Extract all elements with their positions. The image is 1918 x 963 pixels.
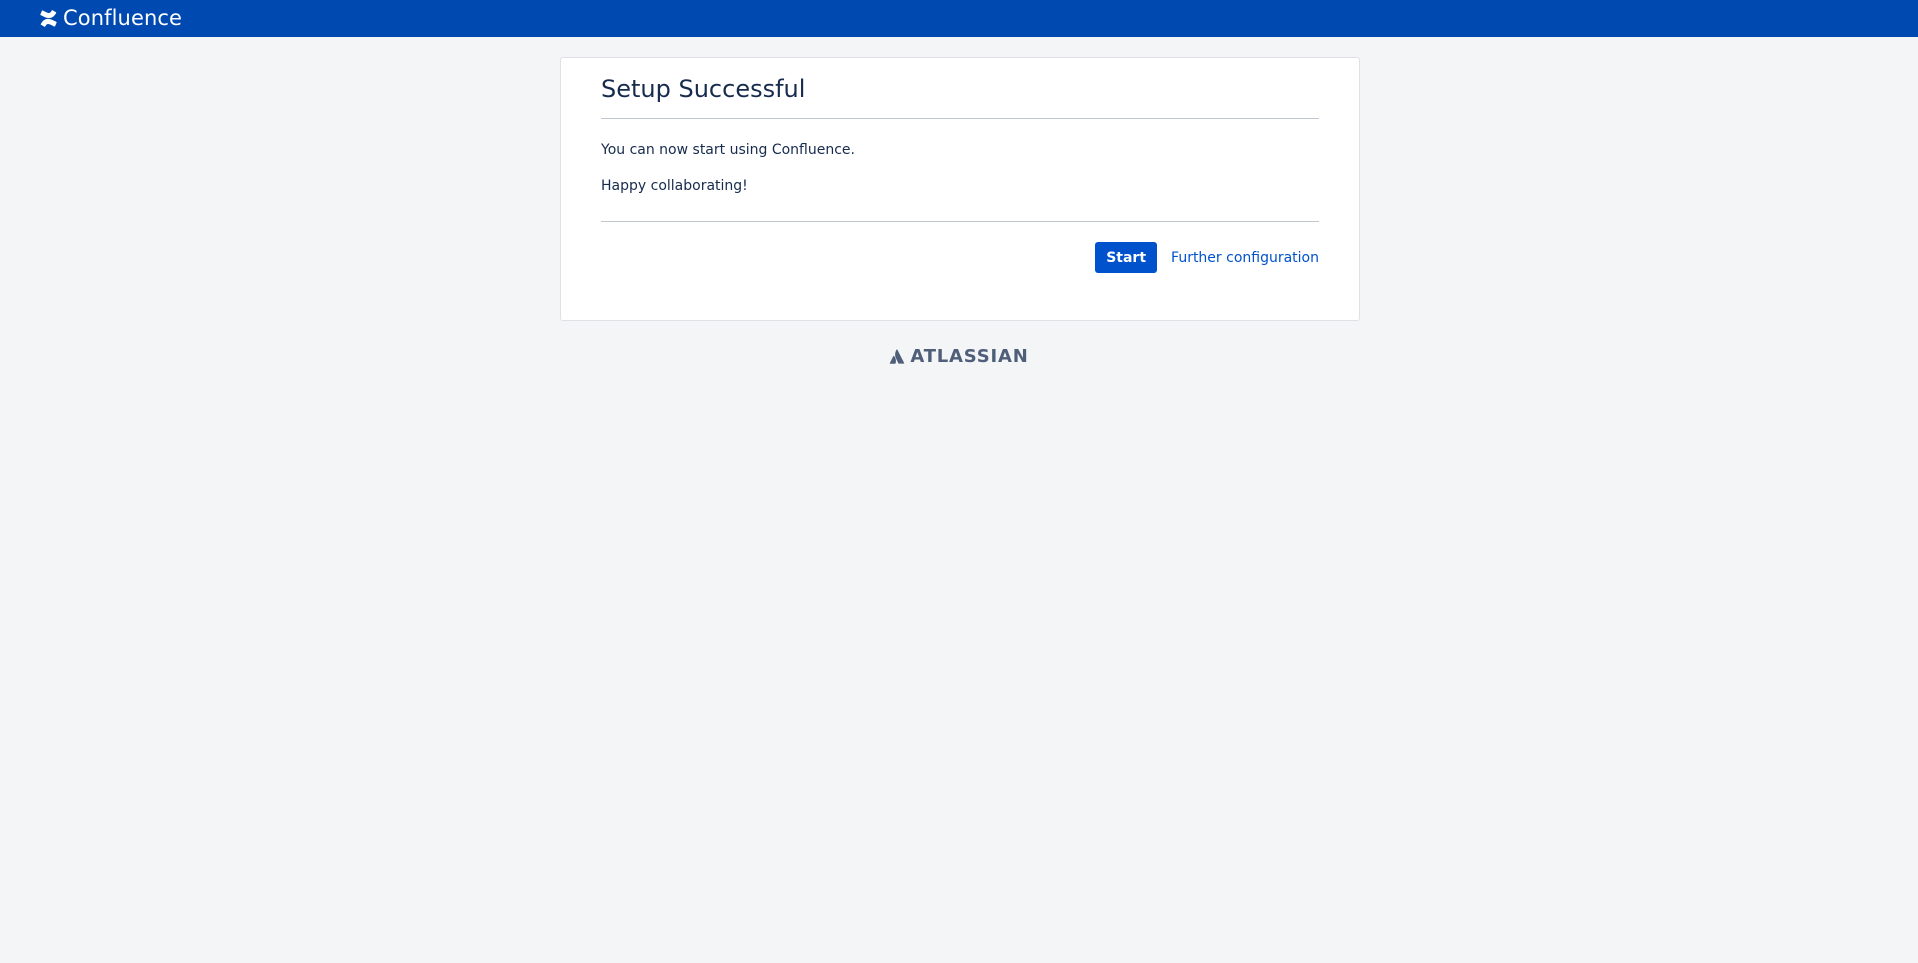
page-title: Setup Successful xyxy=(601,75,806,103)
actions-divider xyxy=(601,221,1319,223)
confluence-logo-icon xyxy=(40,10,57,27)
further-configuration-link[interactable]: Further configuration xyxy=(1171,250,1319,266)
brand-name: Confluence xyxy=(63,6,183,30)
success-message: You can now start using Confluence. xyxy=(601,142,855,159)
closing-message: Happy collaborating! xyxy=(601,178,748,195)
atlassian-wordmark: ATLASSIAN xyxy=(910,346,1029,367)
form-actions: Start Further configuration xyxy=(601,242,1319,274)
confluence-home-link[interactable]: Confluence xyxy=(40,8,182,29)
start-button[interactable]: Start xyxy=(1095,242,1158,274)
setup-success-card: Setup Successful You can now start using… xyxy=(560,57,1360,321)
top-navigation-bar: Confluence xyxy=(0,0,1918,37)
atlassian-logo-icon xyxy=(889,348,906,365)
title-divider xyxy=(601,118,1319,120)
footer: ATLASSIAN xyxy=(0,346,1918,367)
